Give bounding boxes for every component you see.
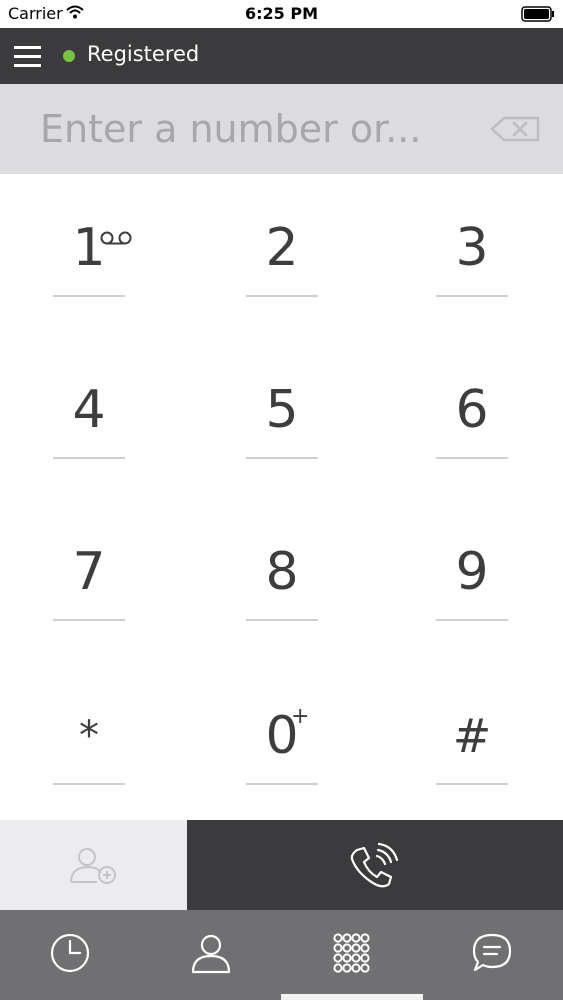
key-digit: 6	[455, 380, 489, 440]
key-underline	[436, 619, 508, 621]
key-star[interactable]: *	[9, 676, 169, 806]
key-0[interactable]: 0 +	[202, 676, 362, 806]
key-9[interactable]: 9	[392, 512, 552, 642]
key-digit: 0	[265, 706, 299, 766]
key-underline	[246, 295, 318, 297]
key-1[interactable]: 1	[9, 188, 169, 318]
add-contact-icon	[70, 848, 116, 884]
key-digit: 9	[455, 542, 489, 602]
tab-recents[interactable]	[0, 910, 140, 1000]
hamburger-menu-icon[interactable]	[14, 43, 42, 69]
key-6[interactable]: 6	[392, 350, 552, 480]
key-digit: 8	[265, 542, 299, 602]
registration-status-dot	[63, 50, 75, 62]
tab-bar	[0, 910, 563, 1000]
tab-messages[interactable]	[422, 910, 562, 1000]
key-underline	[436, 783, 508, 785]
phone-call-icon	[350, 842, 399, 888]
number-entry-bar	[0, 84, 563, 174]
plus-label: +	[291, 704, 310, 729]
clock-icon	[50, 933, 90, 973]
key-hash[interactable]: #	[392, 676, 552, 806]
person-icon	[191, 934, 231, 974]
key-digit: 1	[72, 218, 106, 278]
status-bar: Carrier 6:25 PM	[0, 0, 563, 28]
key-underline	[53, 619, 125, 621]
key-5[interactable]: 5	[202, 350, 362, 480]
key-underline	[436, 295, 508, 297]
key-underline	[53, 457, 125, 459]
key-digit: 4	[72, 380, 106, 440]
key-4[interactable]: 4	[9, 350, 169, 480]
status-time: 6:25 PM	[244, 4, 318, 23]
keypad: 1 2 3 4 5 6 7 8 9 * 0 + #	[0, 174, 563, 820]
key-2[interactable]: 2	[202, 188, 362, 318]
key-8[interactable]: 8	[202, 512, 362, 642]
key-underline	[53, 295, 125, 297]
keypad-icon	[333, 933, 370, 973]
key-digit: 5	[265, 380, 299, 440]
call-button[interactable]	[187, 820, 563, 910]
chat-icon	[472, 933, 512, 972]
key-underline	[436, 457, 508, 459]
key-digit: 2	[265, 218, 299, 278]
add-contact-button[interactable]	[0, 820, 187, 910]
backspace-icon[interactable]	[488, 112, 542, 146]
tab-keypad[interactable]	[281, 910, 421, 1000]
key-7[interactable]: 7	[9, 512, 169, 642]
key-underline	[246, 457, 318, 459]
action-bar	[0, 820, 563, 910]
dialer-screen: Carrier 6:25 PM Registered Enter a numbe…	[0, 0, 563, 1000]
home-indicator	[281, 994, 423, 1000]
key-digit: #	[452, 709, 492, 763]
number-input[interactable]	[40, 102, 460, 156]
key-digit: *	[79, 713, 99, 759]
key-underline	[246, 619, 318, 621]
key-underline	[246, 783, 318, 785]
header-bar: Registered	[0, 28, 563, 84]
tab-contacts[interactable]	[141, 910, 281, 1000]
battery-icon	[521, 6, 554, 22]
key-digit: 7	[72, 542, 106, 602]
voicemail-icon	[100, 231, 132, 245]
key-underline	[53, 783, 125, 785]
key-digit: 3	[455, 218, 489, 278]
registration-status-label: Registered	[87, 42, 200, 66]
key-3[interactable]: 3	[392, 188, 552, 318]
